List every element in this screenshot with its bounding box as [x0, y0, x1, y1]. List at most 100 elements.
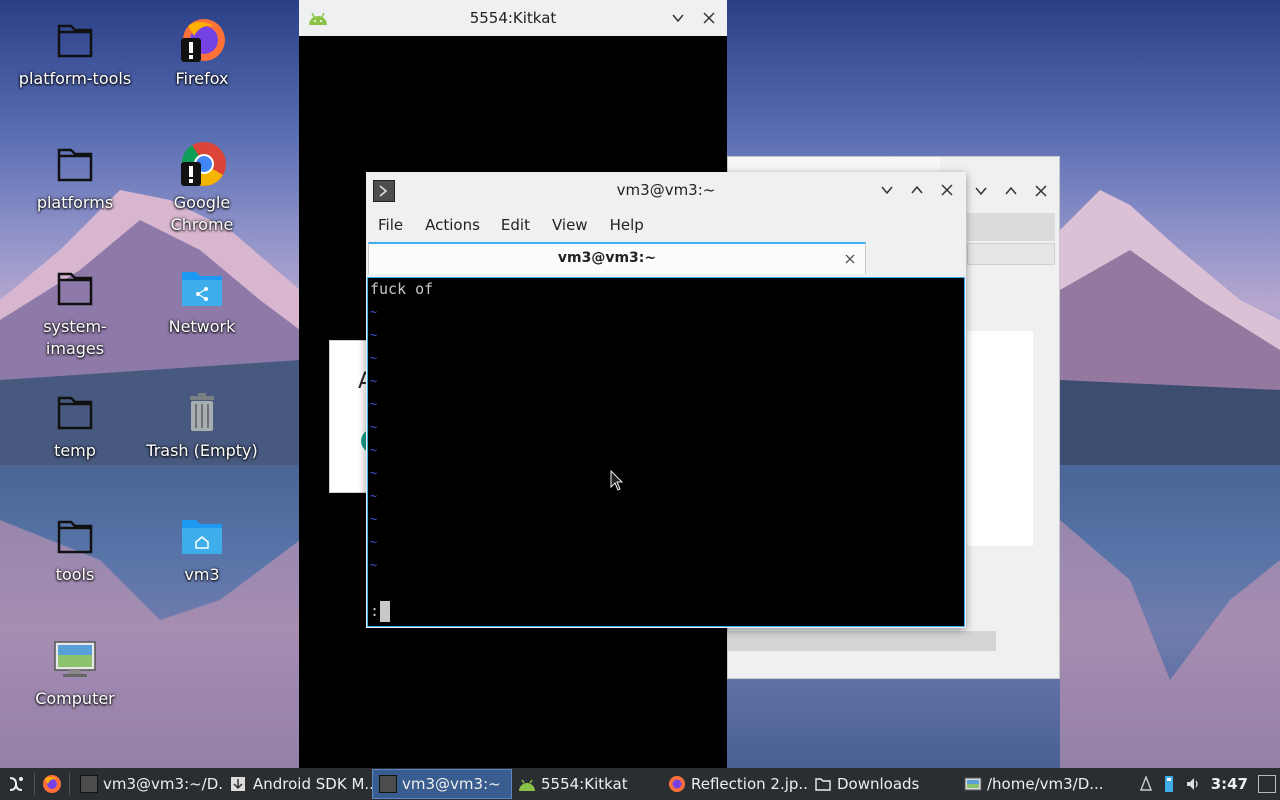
notifications-icon[interactable]	[1135, 776, 1157, 792]
desktop-icon-firefox[interactable]: Firefox	[142, 16, 262, 90]
image-viewer-icon	[964, 775, 982, 793]
vi-empty-line: ~	[370, 443, 378, 457]
vi-empty-line: ~	[370, 305, 378, 319]
vi-empty-line: ~	[370, 489, 378, 503]
vi-colon: :	[370, 601, 380, 620]
taskbar-item-terminal-active[interactable]: vm3@vm3:~	[372, 769, 512, 799]
chrome-icon	[178, 140, 226, 188]
taskbar-item-kitkat-emulator[interactable]: 5554:Kitkat	[512, 769, 662, 799]
vi-line: fuck of	[370, 280, 434, 298]
tab-label: vm3@vm3:~	[557, 250, 657, 266]
desktop-icon-google-chrome[interactable]: Google Chrome	[142, 140, 262, 236]
download-icon	[230, 775, 248, 793]
desktop-icon-label: system-images	[43, 317, 107, 358]
volume-icon[interactable]	[1181, 776, 1205, 792]
tab-terminal[interactable]: vm3@vm3:~	[368, 242, 866, 274]
desktop-icon-label: platforms	[36, 193, 114, 212]
desktop-icon-system-images[interactable]: system-images	[15, 264, 135, 360]
trash-icon	[178, 388, 226, 436]
emulator-titlebar[interactable]: 5554:Kitkat	[299, 0, 727, 36]
sdk-scrollbar[interactable]	[728, 631, 996, 651]
folder-icon	[51, 264, 99, 312]
android-icon	[518, 775, 536, 793]
desktop-icon-platform-tools[interactable]: platform-tools	[15, 16, 135, 90]
sdk-window-controls[interactable]	[966, 175, 1060, 207]
close-button[interactable]	[932, 175, 962, 205]
taskbar-item-image-viewer[interactable]: /home/vm3/D...	[958, 769, 1108, 799]
folder-icon	[51, 140, 99, 188]
close-button[interactable]	[1026, 176, 1056, 206]
system-tray: 3:47	[1135, 769, 1280, 799]
menu-actions[interactable]: Actions	[423, 216, 482, 234]
minimize-button[interactable]	[872, 175, 902, 205]
vi-empty-line: ~	[370, 558, 378, 572]
mouse-pointer-icon	[610, 469, 624, 492]
tab-bar: vm3@vm3:~	[366, 242, 966, 276]
taskbar-separator	[34, 773, 35, 795]
desktop-icon-temp[interactable]: temp	[15, 388, 135, 462]
taskbar-item-label: vm3@vm3:~	[402, 775, 501, 793]
desktop-icon-platforms[interactable]: platforms	[15, 140, 135, 214]
clock[interactable]: 3:47	[1205, 775, 1258, 793]
terminal-window[interactable]: vm3@vm3:~ File Actions Edit View Help vm…	[366, 172, 966, 628]
sdk-path-bar	[967, 243, 1055, 265]
tab-close-icon[interactable]	[843, 252, 857, 266]
desktop-icon-label: temp	[54, 441, 96, 460]
show-desktop-button[interactable]	[1258, 775, 1276, 793]
desktop-icon-label: vm3	[184, 565, 220, 584]
vi-empty-line: ~	[370, 535, 378, 549]
desktop-icon-label: Trash (Empty)	[146, 441, 258, 460]
background-dialog: A	[329, 340, 373, 493]
taskbar-item-terminal-downloads[interactable]: vm3@vm3:~/D...	[74, 769, 224, 799]
taskbar-item-reflection-image[interactable]: Reflection 2.jp...	[662, 769, 808, 799]
firefox-icon	[178, 16, 226, 64]
maximize-button[interactable]	[902, 175, 932, 205]
vi-empty-line: ~	[370, 374, 378, 388]
desktop-icon-label: Firefox	[175, 69, 229, 88]
taskbar-item-label: Android SDK M...	[253, 775, 372, 793]
sdk-content-panel	[967, 331, 1033, 546]
vi-command-line[interactable]: :	[370, 600, 391, 622]
menu-view[interactable]: View	[550, 216, 590, 234]
sdk-toolbar	[967, 213, 1055, 241]
taskbar-item-android-sdk-manager[interactable]: Android SDK M...	[224, 769, 372, 799]
menu-file[interactable]: File	[376, 216, 405, 234]
minimize-button[interactable]	[663, 3, 693, 33]
vi-empty-line: ~	[370, 512, 378, 526]
desktop-icon-label: Computer	[35, 689, 115, 708]
taskbar-item-label: Downloads	[837, 775, 920, 793]
taskbar-item-downloads-folder[interactable]: Downloads	[808, 769, 958, 799]
maximize-button[interactable]	[996, 176, 1026, 206]
taskbar-separator	[69, 773, 70, 795]
network-folder-icon	[178, 264, 226, 312]
folder-icon	[51, 512, 99, 560]
desktop-icon-vm3[interactable]: vm3	[142, 512, 262, 586]
firefox-launcher-icon[interactable]	[39, 769, 65, 799]
folder-icon	[51, 388, 99, 436]
terminal-icon	[80, 775, 98, 793]
taskbar: vm3@vm3:~/D... Android SDK M... vm3@vm3:…	[0, 768, 1280, 800]
folder-icon	[51, 16, 99, 64]
menu-help[interactable]: Help	[608, 216, 646, 234]
application-launcher-icon[interactable]	[2, 769, 30, 799]
taskbar-item-label: 5554:Kitkat	[541, 775, 628, 793]
menu-edit[interactable]: Edit	[499, 216, 532, 234]
desktop-icon-computer[interactable]: Computer	[15, 636, 135, 710]
usb-device-icon[interactable]	[1157, 775, 1181, 793]
desktop-icon-label: Google Chrome	[170, 193, 234, 234]
desktop-icon-trash[interactable]: Trash (Empty)	[142, 388, 262, 462]
firefox-icon	[668, 775, 686, 793]
desktop-icon-network[interactable]: Network	[142, 264, 262, 338]
text-cursor	[380, 600, 391, 622]
close-button[interactable]	[694, 3, 724, 33]
terminal-output[interactable]: fuck of ~ ~ ~ ~ ~ ~ ~ ~ ~ ~ ~ ~ :	[367, 277, 965, 627]
vi-empty-line: ~	[370, 351, 378, 365]
terminal-menubar: File Actions Edit View Help	[366, 208, 966, 242]
vi-empty-line: ~	[370, 420, 378, 434]
taskbar-item-label: /home/vm3/D...	[987, 775, 1104, 793]
computer-icon	[51, 636, 99, 684]
desktop-icon-tools[interactable]: tools	[15, 512, 135, 586]
terminal-icon	[379, 775, 397, 793]
terminal-window-controls[interactable]	[872, 175, 962, 205]
minimize-button[interactable]	[966, 176, 996, 206]
